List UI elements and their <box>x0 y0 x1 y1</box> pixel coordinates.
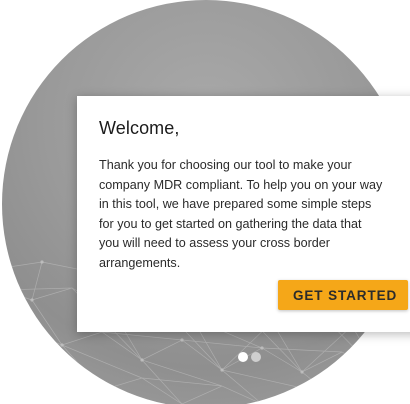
pager-dot-1[interactable] <box>238 352 248 362</box>
dialog-body-line: company MDR compliant. To help you on yo… <box>99 177 383 192</box>
dialog-body: Thank you for choosing our tool to make … <box>99 156 399 273</box>
pager-dot-2[interactable] <box>251 352 261 362</box>
dialog-body-line: in this tool, we have prepared some simp… <box>99 197 372 211</box>
get-started-button[interactable]: GET STARTED <box>278 280 408 310</box>
welcome-dialog: Welcome, Thank you for choosing our tool… <box>77 96 410 332</box>
pager-dots <box>238 352 268 362</box>
onboarding-screen: Welcome, Thank you for choosing our tool… <box>0 0 410 404</box>
dialog-body-line: Thank you for choosing our tool to make … <box>99 158 352 172</box>
dialog-body-line: you will need to assess your cross borde… <box>99 236 330 250</box>
dialog-title: Welcome, <box>99 118 180 138</box>
dialog-body-line: for you to get started on gathering the … <box>99 216 362 231</box>
dialog-body-line: arrangements. <box>99 255 181 270</box>
